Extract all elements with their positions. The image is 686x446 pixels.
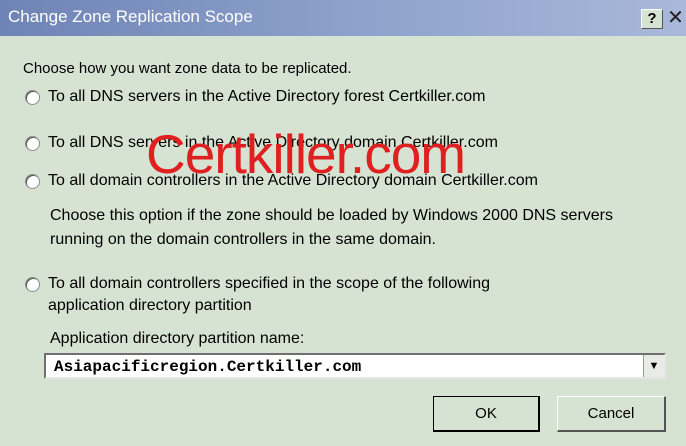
radio-forest[interactable]: [25, 90, 40, 105]
option-forest-label: To all DNS servers in the Active Directo…: [48, 88, 486, 105]
chevron-down-icon[interactable]: ▼: [643, 355, 664, 377]
close-icon[interactable]: ✕: [665, 6, 686, 30]
ok-button[interactable]: OK: [433, 396, 540, 432]
partition-name-value: Asiapacificregion.Certkiller.com: [54, 358, 362, 376]
radio-domain-controllers[interactable]: [25, 174, 40, 189]
option-application-partition-label-line2: application directory partition: [48, 297, 252, 314]
radio-domain-dns[interactable]: [25, 136, 40, 151]
intro-text: Choose how you want zone data to be repl…: [23, 60, 352, 77]
partition-name-combobox[interactable]: Asiapacificregion.Certkiller.com ▼: [44, 353, 666, 379]
window-title: Change Zone Replication Scope: [8, 7, 253, 26]
cancel-button[interactable]: Cancel: [557, 396, 666, 432]
partition-name-label: Application directory partition name:: [50, 330, 305, 347]
option-note: Choose this option if the zone should be…: [50, 207, 613, 248]
option-application-partition-label: To all domain controllers specified in t…: [48, 275, 491, 292]
change-zone-replication-scope-dialog: Change Zone Replication Scope ? ✕ Choose…: [0, 0, 686, 446]
title-bar[interactable]: Change Zone Replication Scope ? ✕: [0, 0, 686, 36]
watermark-text: Certkiller.com: [146, 123, 466, 185]
help-button[interactable]: ?: [641, 9, 663, 29]
radio-application-partition[interactable]: [25, 277, 40, 292]
